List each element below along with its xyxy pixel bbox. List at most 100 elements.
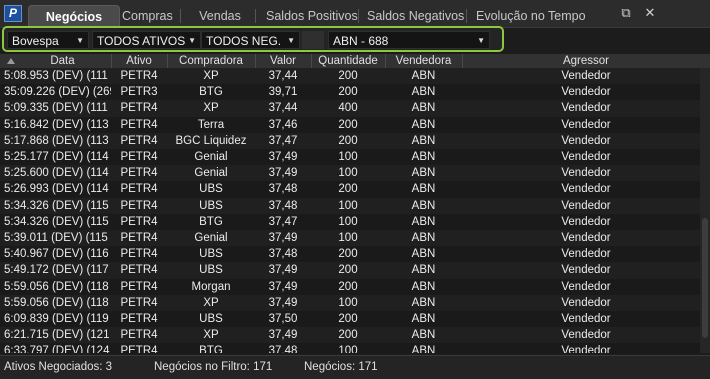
cell-ativo: PETR3 (120, 86, 158, 99)
table-row[interactable]: 5:59.056 (DEV) (118 PETR4 XP 37,49 100 ABN Ven… (0, 294, 700, 311)
cell-agressor: Vendedor (561, 118, 611, 131)
exchange-select-value: Bovespa (12, 34, 59, 48)
cell-quantidade: 100 (338, 345, 358, 353)
vertical-scrollbar[interactable] (700, 68, 710, 353)
cell-agressor: Vendedor (561, 232, 611, 244)
cell-ativo: PETR4 (120, 280, 158, 293)
app-logo-icon: P (4, 5, 22, 22)
cell-vendedora: ABN (411, 215, 436, 228)
tab-evolucao-no-tempo[interactable]: Evolução no Tempo (476, 5, 586, 27)
cell-valor: 39,71 (268, 86, 298, 99)
trades-select[interactable]: TODOS NEG. ▼ (201, 31, 300, 49)
column-header-compradora[interactable]: Compradora (167, 54, 255, 68)
table-row[interactable]: 5:17.868 (DEV) (113 PETR4 BGC Liquidez 37,4… (0, 132, 700, 149)
cell-compradora: Terra (197, 118, 225, 131)
cell-vendedora: ABN (411, 248, 436, 261)
tab-separator (466, 9, 467, 23)
cell-compradora: XP (203, 329, 219, 342)
cell-vendedora: ABN (411, 102, 436, 115)
cell-valor: 37,47 (268, 215, 298, 228)
table-row[interactable]: 35:09.226 (DEV) (269 PETR3 BTG 39,71 200 ABN V… (0, 84, 700, 101)
cell-agressor: Vendedor (561, 86, 611, 99)
broker-select[interactable]: ABN - 688 ▼ (328, 31, 490, 49)
cell-compradora: UBS (199, 199, 223, 212)
table-row[interactable]: 5:34.326 (DEV) (115 PETR4 BTG 37,47 100 ABN Ve… (0, 213, 700, 230)
column-header-vendedora[interactable]: Vendedora (385, 54, 462, 68)
column-header-quantidade[interactable]: Quantidade (311, 54, 385, 68)
cell-compradora: XP (203, 102, 219, 115)
cell-agressor: Vendedor (561, 280, 611, 293)
cell-valor: 37,48 (268, 199, 298, 212)
cell-valor: 37,46 (268, 118, 298, 131)
cell-data: 5:59.056 (DEV) (118 (4, 280, 109, 293)
table-row[interactable]: 6:09.839 (DEV) (119 PETR4 UBS 37,50 200 ABN Ve… (0, 311, 700, 328)
table-row[interactable]: 5:40.967 (DEV) (116 PETR4 UBS 37,48 200 ABN Ve… (0, 246, 700, 263)
tab-saldos-positivos[interactable]: Saldos Positivos (266, 5, 358, 27)
filter-blank-field[interactable] (302, 31, 324, 49)
table-row[interactable]: 5:08.953 (DEV) (111 PETR4 XP 37,44 200 ABN Ven… (0, 68, 700, 85)
cell-agressor: Vendedor (561, 248, 611, 261)
tab-vendas[interactable]: Vendas (198, 5, 242, 27)
tab-saldos-negativos[interactable]: Saldos Negativos (367, 5, 464, 27)
cell-vendedora: ABN (411, 313, 436, 325)
cell-ativo: PETR4 (120, 232, 158, 244)
cell-data: 6:33.797 (DEV) (124 (4, 345, 110, 353)
table-row[interactable]: 5:25.600 (DEV) (114 PETR4 Genial 37,49 100 AB… (0, 165, 700, 182)
table-row[interactable]: 6:33.797 (DEV) (124 PETR4 BTG 37,48 100 ABN Ve… (0, 343, 700, 353)
cell-vendedora: ABN (411, 134, 436, 147)
tab-compras[interactable]: Compras (122, 5, 173, 27)
cell-data: 5:34.326 (DEV) (115 (4, 199, 109, 212)
cell-ativo: PETR4 (120, 215, 158, 228)
cell-data: 5:09.335 (DEV) (111 (4, 102, 108, 115)
restore-icon[interactable]: ⧉ (618, 5, 634, 21)
cell-compradora: UBS (199, 264, 223, 277)
scrollbar-thumb[interactable] (702, 218, 708, 338)
cell-quantidade: 200 (338, 183, 358, 196)
cell-quantidade: 100 (338, 232, 358, 244)
exchange-select[interactable]: Bovespa ▼ (7, 31, 89, 49)
table-row[interactable]: 5:25.177 (DEV) (114 PETR4 Genial 37,49 100 AB… (0, 149, 700, 166)
cell-valor: 37,49 (268, 167, 298, 180)
cell-agressor: Vendedor (561, 296, 611, 309)
cell-data: 5:49.172 (DEV) (117 (4, 264, 109, 277)
cell-compradora: BTG (199, 215, 223, 228)
cell-data: 5:17.868 (DEV) (113 (4, 134, 109, 147)
cell-agressor: Vendedor (561, 329, 611, 342)
filter-bar: Bovespa ▼ TODOS ATIVOS ▼ TODOS NEG. ▼ AB… (2, 26, 504, 52)
column-header-ativo[interactable]: Ativo (111, 54, 167, 68)
cell-agressor: Vendedor (561, 167, 611, 180)
table-row[interactable]: 5:59.056 (DEV) (118 PETR4 Morgan 37,49 200 AB… (0, 278, 700, 295)
table-row[interactable]: 5:26.993 (DEV) (114 PETR4 UBS 37,48 200 ABN Ve… (0, 181, 700, 198)
table-row[interactable]: 5:16.842 (DEV) (113 PETR4 Terra 37,46 200 ABN… (0, 116, 700, 133)
cell-quantidade: 200 (338, 248, 358, 261)
cell-vendedora: ABN (411, 86, 436, 99)
column-header-data[interactable]: Data (14, 54, 111, 68)
cell-ativo: PETR4 (120, 151, 158, 163)
cell-ativo: PETR4 (120, 183, 158, 196)
close-icon[interactable]: ✕ (642, 5, 658, 21)
table-row[interactable]: 5:39.011 (DEV) (115 PETR4 Genial 37,49 100 AB… (0, 230, 700, 247)
cell-data: 5:39.011 (DEV) (115 (4, 232, 108, 244)
cell-data: 35:09.226 (DEV) (269 (4, 86, 111, 99)
cell-ativo: PETR4 (120, 167, 158, 180)
column-header-agressor[interactable]: Agressor (462, 54, 710, 68)
cell-compradora: Morgan (191, 280, 231, 293)
table-row[interactable]: 5:34.326 (DEV) (115 PETR4 UBS 37,48 100 ABN Ve… (0, 197, 700, 214)
tab-negocios[interactable]: Negócios (28, 5, 120, 27)
cell-vendedora: ABN (411, 151, 436, 163)
cell-valor: 37,48 (268, 248, 298, 261)
cell-agressor: Vendedor (561, 345, 611, 353)
assets-select[interactable]: TODOS ATIVOS ▼ (92, 31, 201, 49)
cell-compradora: BTG (199, 86, 223, 99)
cell-vendedora: ABN (411, 345, 436, 353)
cell-compradora: BGC Liquidez (175, 134, 247, 147)
column-header-valor[interactable]: Valor (255, 54, 311, 68)
cell-valor: 37,49 (268, 280, 298, 293)
cell-ativo: PETR4 (120, 70, 158, 82)
cell-ativo: PETR4 (120, 134, 158, 147)
table-row[interactable]: 5:49.172 (DEV) (117 PETR4 UBS 37,49 200 ABN Ve… (0, 262, 700, 279)
cell-quantidade: 100 (338, 215, 358, 228)
table-row[interactable]: 6:21.715 (DEV) (121 PETR4 XP 37,49 200 ABN Ven… (0, 327, 700, 344)
cell-ativo: PETR4 (120, 264, 158, 277)
table-row[interactable]: 5:09.335 (DEV) (111 PETR4 XP 37,44 400 ABN Ven… (0, 100, 700, 117)
